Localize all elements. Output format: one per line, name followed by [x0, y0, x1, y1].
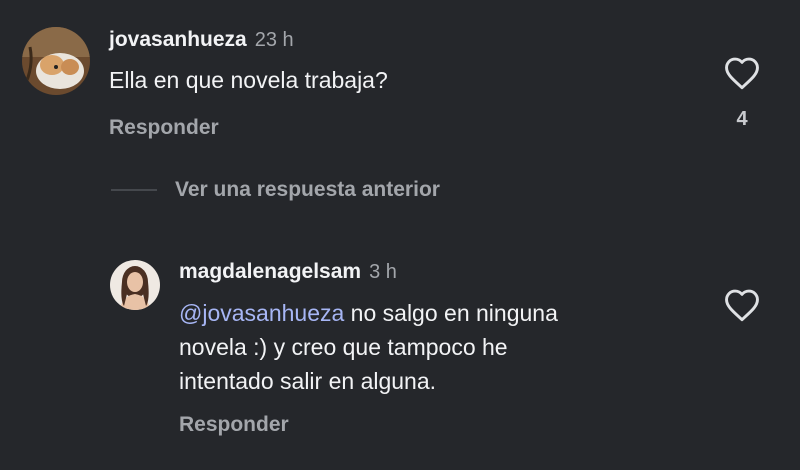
- reply-avatar[interactable]: [110, 260, 160, 310]
- comment-like-button[interactable]: [723, 56, 761, 90]
- comment-timestamp: 23 h: [254, 29, 294, 51]
- reply-username[interactable]: magdalenagelsam: [179, 260, 361, 283]
- thread-divider: [111, 189, 157, 191]
- comment-username[interactable]: jovasanhueza: [109, 28, 247, 51]
- avatar[interactable]: [22, 27, 90, 95]
- reply-like-button[interactable]: [723, 288, 761, 322]
- view-previous-reply-link[interactable]: Ver una respuesta anterior: [175, 178, 440, 202]
- heart-outline-icon: [725, 289, 759, 322]
- mention-link[interactable]: @jovasanhueza: [179, 300, 344, 326]
- hamster-avatar-image: [22, 27, 90, 95]
- comment-like-count: 4: [736, 108, 748, 130]
- reply-header: magdalenagelsam 3 h: [179, 260, 397, 284]
- comment-reply-button[interactable]: Responder: [109, 116, 219, 140]
- comment-header: jovasanhueza 23 h: [109, 28, 294, 52]
- reply-text-line-2: novela :) y creo que tampoco he: [179, 334, 508, 360]
- reply-reply-button[interactable]: Responder: [179, 413, 289, 437]
- reply-timestamp: 3 h: [369, 261, 397, 283]
- heart-outline-icon: [725, 57, 759, 90]
- reply-text: @jovasanhueza no salgo en ninguna novela…: [179, 296, 699, 398]
- comment-text: Ella en que novela trabaja?: [109, 67, 388, 93]
- woman-portrait-image: [110, 260, 160, 310]
- reply-text-line-1-content: no salgo en ninguna: [344, 300, 558, 326]
- reply-text-line-1: @jovasanhueza no salgo en ninguna: [179, 296, 699, 330]
- reply-text-line-3: intentado salir en alguna.: [179, 368, 437, 394]
